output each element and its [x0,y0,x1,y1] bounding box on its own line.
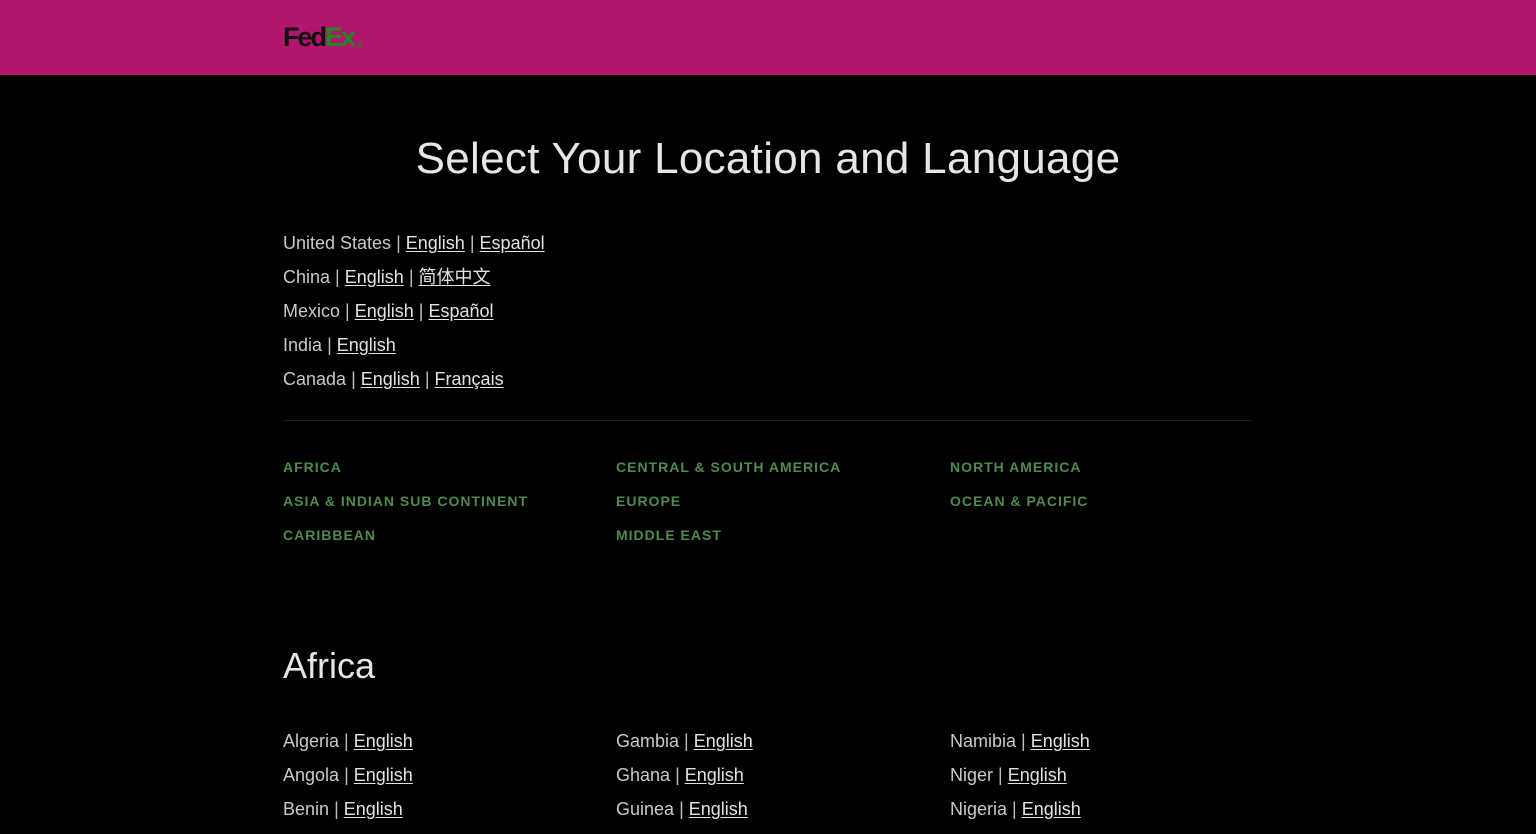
language-link-espanol[interactable]: Español [480,233,545,253]
country-name: Nigeria [950,799,1008,819]
region-link-north-america[interactable]: NORTH AMERICA [950,455,1081,479]
country-name: China [283,267,331,287]
logo-fed-text: Fed [283,22,327,52]
region-link-europe[interactable]: EUROPE [616,489,681,513]
language-link-francais[interactable]: Français [435,369,504,389]
country-item-angola: Angola | English [283,761,413,795]
separator: | [345,301,350,321]
section-divider [283,420,1251,421]
africa-section-title: Africa [283,645,376,686]
language-link-english[interactable]: English [361,369,420,389]
language-link-english[interactable]: English [345,267,404,287]
country-name: Niger [950,765,994,785]
language-link-item[interactable]: 简体中文 [419,267,491,287]
country-item-china: China | English | 简体中文 [283,263,545,297]
separator: | [351,369,356,389]
country-name: Canada [283,369,347,389]
language-link-english[interactable]: English [1031,731,1090,751]
country-item-nigeria: Nigeria | English [950,795,1090,829]
region-link-central-south-america[interactable]: CENTRAL & SOUTH AMERICA [616,455,841,479]
separator: | [418,301,424,321]
country-name: Angola [283,765,340,785]
country-name: Benin [283,799,330,819]
separator: | [469,233,475,253]
language-link-english[interactable]: English [1022,799,1081,819]
region-link-africa[interactable]: AFRICA [283,455,342,479]
separator: | [675,765,680,785]
africa-column: Gambia | English Ghana | English Guinea | … [616,727,753,829]
language-link-english[interactable]: English [354,731,413,751]
language-link-english[interactable]: English [689,799,748,819]
page-title: Select Your Location and Language [415,134,1121,183]
country-name: Algeria [283,731,340,751]
language-link-english[interactable]: English [344,799,403,819]
country-item-benin: Benin | English [283,795,413,829]
region-index: AFRICA ASIA & INDIAN SUB CONTINENT CARIBBE… [283,455,1251,565]
language-link-english[interactable]: English [354,765,413,785]
separator: | [396,233,401,253]
featured-countries-list: United States | English | Español China |… [283,229,545,399]
separator: | [344,731,349,751]
separator: | [408,267,414,287]
country-item-mexico: Mexico | English | Español [283,297,545,331]
africa-column: Algeria | English Angola | English Benin |… [283,727,413,829]
country-item-namibia: Namibia | English [950,727,1090,761]
logo-ex-text: Ex [325,22,356,52]
separator: | [335,267,340,287]
separator: | [998,765,1003,785]
country-item-ghana: Ghana | English [616,761,753,795]
separator: | [327,335,332,355]
region-link-middle-east[interactable]: MIDDLE EAST [616,523,722,547]
language-link-english[interactable]: English [1008,765,1067,785]
country-item-niger: Niger | English [950,761,1090,795]
language-link-english[interactable]: English [694,731,753,751]
fedex-logo[interactable]: FedEx ® [283,22,363,61]
country-item-guinea: Guinea | English [616,795,753,829]
country-item-india: India | English [283,331,545,365]
separator: | [1012,799,1017,819]
country-item-united-states: United States | English | Español [283,229,545,263]
country-name: Namibia [950,731,1017,751]
country-name: Ghana [616,765,671,785]
language-link-english[interactable]: English [406,233,465,253]
language-link-espanol[interactable]: Español [429,301,494,321]
separator: | [344,765,349,785]
separator: | [424,369,430,389]
country-item-gambia: Gambia | English [616,727,753,761]
separator: | [334,799,339,819]
country-item-algeria: Algeria | English [283,727,413,761]
separator: | [679,799,684,819]
country-name: India [283,335,323,355]
language-link-english[interactable]: English [685,765,744,785]
country-name: Guinea [616,799,675,819]
africa-column: Namibia | English Niger | English Nigeria … [950,727,1090,829]
region-link-asia-indian-sub-continent[interactable]: ASIA & INDIAN SUB CONTINENT [283,489,528,513]
separator: | [684,731,689,751]
country-name: United States [283,233,392,253]
region-link-ocean-pacific[interactable]: OCEAN & PACIFIC [950,489,1088,513]
country-name: Gambia [616,731,680,751]
separator: | [1021,731,1026,751]
logo-registered-mark: ® [357,41,363,50]
top-bar: FedEx ® [0,0,1536,75]
language-link-english[interactable]: English [337,335,396,355]
country-item-canada: Canada | English | Français [283,365,545,399]
language-link-english[interactable]: English [355,301,414,321]
country-name: Mexico [283,301,341,321]
region-link-caribbean[interactable]: CARIBBEAN [283,523,376,547]
